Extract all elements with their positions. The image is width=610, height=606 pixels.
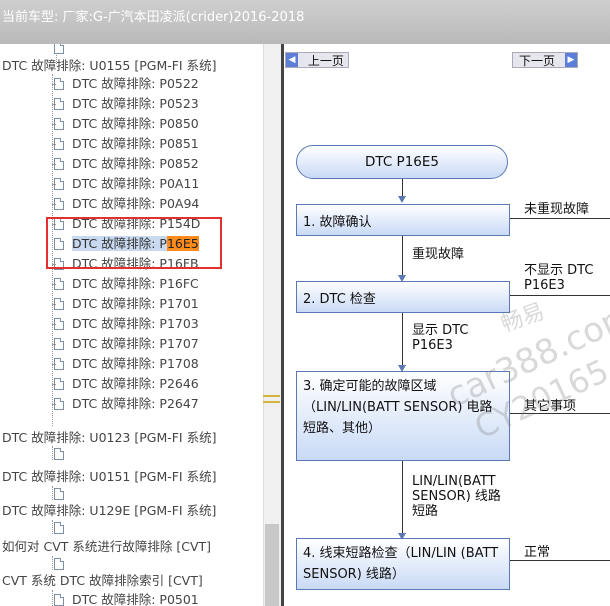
flow-step-1: 1. 故障确认 (296, 204, 510, 236)
list-item-label: DTC 故障排除: P1708 (72, 356, 199, 371)
list-item[interactable]: DTC 故障排除: P0852 (54, 154, 199, 174)
window-title: 当前车型: 厂家:G-广汽本田凌派(crider)2016-2018 (0, 0, 610, 44)
list-item-label: DTC 故障排除: P2647 (72, 396, 199, 411)
tree-connector (52, 204, 56, 205)
prev-page-label: 上一页 (307, 54, 344, 68)
flow-connector (510, 560, 610, 561)
prev-page-button[interactable]: ◀ 上一页 (285, 52, 349, 68)
list-item[interactable]: DTC 故障排除: P0A11 (54, 174, 199, 194)
document-icon (54, 522, 64, 534)
tree-group-u0123[interactable]: DTC 故障排除: U0123 [PGM-FI 系统] (2, 428, 216, 448)
tree-connector (52, 104, 56, 105)
flow-label: 未重现故障 (524, 202, 590, 217)
tree-group-cvt-index[interactable]: CVT 系统 DTC 故障排除索引 [CVT] (2, 571, 203, 591)
list-item-label: DTC 故障排除: P1703 (72, 316, 199, 331)
list-item[interactable]: DTC 故障排除: P1701 (54, 294, 199, 314)
document-icon (54, 594, 64, 606)
tree-scrollbar[interactable] (263, 44, 281, 606)
list-item[interactable]: DTC 故障排除: P1703 (54, 314, 199, 334)
tree-connector (52, 344, 56, 345)
flow-label: 重现故障 (412, 247, 465, 262)
tree-connector (52, 284, 56, 285)
flow-step-4: 4. 线束短路检查（LIN/LIN (BATT SENSOR) 线路） (296, 538, 510, 590)
flow-connector (402, 236, 403, 276)
tree-connector (52, 364, 56, 365)
tree-connector (52, 84, 56, 85)
tree-group-u0151[interactable]: DTC 故障排除: U0151 [PGM-FI 系统] (2, 467, 216, 487)
tree-group-u0155[interactable]: DTC 故障排除: U0155 [PGM-FI 系统] (2, 56, 216, 76)
flow-start: DTC P16E5 (296, 145, 508, 179)
list-item[interactable]: DTC 故障排除: P1708 (54, 354, 199, 374)
next-page-button[interactable]: 下一页 ▶ (512, 52, 578, 68)
list-item[interactable]: DTC 故障排除: P16FC (54, 274, 199, 294)
list-item-label: DTC 故障排除: P2646 (72, 376, 199, 391)
list-item-label: DTC 故障排除: P0A11 (72, 176, 200, 191)
flow-label: 不显示 DTC P16E3 (524, 263, 594, 293)
list-item-label: DTC 故障排除: P0501 (72, 592, 199, 606)
scrollbar-thumb[interactable] (265, 524, 279, 606)
list-item-label: DTC 故障排除: P0523 (72, 96, 199, 111)
flow-label: 显示 DTC P16E3 (412, 323, 469, 353)
flow-connector (402, 179, 403, 197)
list-item-label: DTC 故障排除: P1701 (72, 296, 199, 311)
list-item-label: DTC 故障排除: P1707 (72, 336, 199, 351)
list-item[interactable]: DTC 故障排除: P2647 (54, 394, 199, 414)
next-page-label: 下一页 (519, 54, 556, 68)
list-item-label: DTC 故障排除: P0850 (72, 116, 199, 131)
flow-connector (402, 313, 403, 366)
flow-label: LIN/LIN(BATT SENSOR) 线路短路 (412, 474, 501, 519)
tree-connector (52, 486, 53, 500)
tree-connector (52, 556, 53, 570)
tree-connector (52, 384, 56, 385)
splitter-grip[interactable] (263, 395, 280, 403)
tree-connector (52, 144, 56, 145)
list-item[interactable]: DTC 故障排除: P0A94 (54, 194, 199, 214)
document-icon (54, 44, 64, 54)
list-item-label: DTC 故障排除: P0852 (72, 156, 199, 171)
tree-connector (52, 184, 56, 185)
flow-connector (402, 461, 403, 534)
list-item[interactable]: DTC 故障排除: P0523 (54, 94, 199, 114)
flow-connector (510, 218, 610, 219)
tree-connector (52, 164, 56, 165)
arrow-right-icon: ▶ (565, 53, 577, 67)
list-item[interactable]: DTC 故障排除: P1707 (54, 334, 199, 354)
tree-connector (52, 404, 56, 405)
tree-connector (52, 304, 56, 305)
list-item-label: DTC 故障排除: P0851 (72, 136, 199, 151)
tree-group-u129e[interactable]: DTC 故障排除: U129E [PGM-FI 系统] (2, 501, 216, 521)
tree-group-cvt-howto[interactable]: 如何对 CVT 系统进行故障排除 [CVT] (2, 537, 211, 557)
arrow-left-icon: ◀ (286, 53, 298, 67)
list-item[interactable] (54, 518, 72, 538)
list-item[interactable]: DTC 故障排除: P0850 (54, 114, 199, 134)
document-icon (54, 488, 64, 500)
arrow-down-icon (398, 196, 406, 203)
flow-connector (510, 295, 610, 296)
tree-connector (52, 590, 53, 606)
list-item[interactable]: DTC 故障排除: P0851 (54, 134, 199, 154)
list-item[interactable] (54, 444, 72, 464)
list-item-label: DTC 故障排除: P0A94 (72, 196, 200, 211)
flow-step-2: 2. DTC 检查 (296, 281, 510, 313)
flow-label: 正常 (524, 545, 551, 560)
tree-connector (52, 324, 56, 325)
tree-connector (52, 446, 53, 460)
selection-annotation (46, 217, 222, 269)
document-icon (54, 448, 64, 460)
list-item[interactable]: DTC 故障排除: P0522 (54, 74, 199, 94)
list-item[interactable]: DTC 故障排除: P2646 (54, 374, 199, 394)
list-item-label: DTC 故障排除: P0522 (72, 76, 199, 91)
tree-connector (52, 520, 53, 534)
tree-connector (52, 124, 56, 125)
tree-panel[interactable]: DTC 故障排除: U0155 [PGM-FI 系统] DTC 故障排除: U0… (0, 44, 263, 606)
list-item-label: DTC 故障排除: P16FC (72, 276, 199, 291)
document-icon (54, 558, 64, 570)
list-item[interactable]: DTC 故障排除: P0501 (54, 590, 199, 606)
